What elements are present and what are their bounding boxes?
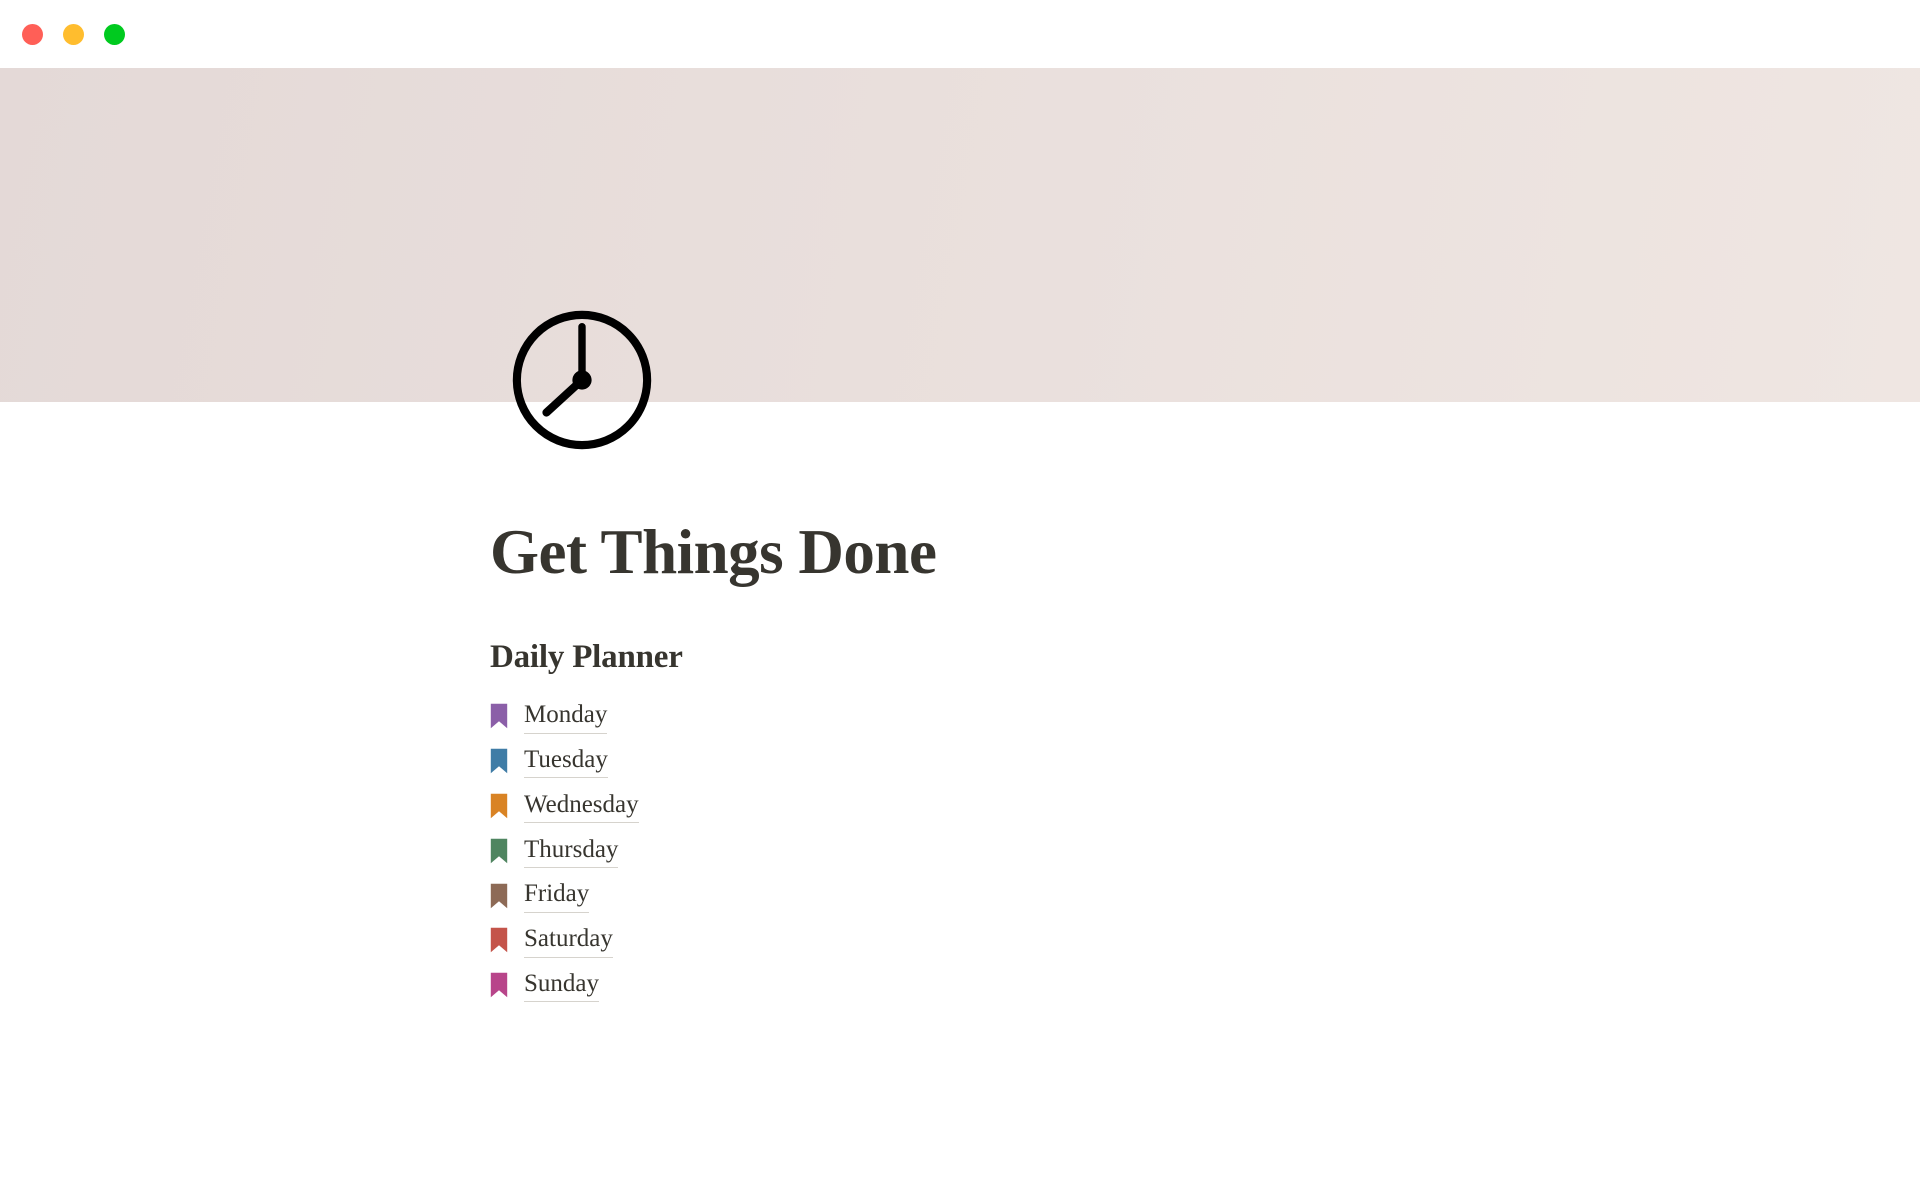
bookmark-icon <box>490 838 508 864</box>
list-item: Wednesday <box>490 784 1190 829</box>
bookmark-icon <box>490 748 508 774</box>
day-link-wednesday[interactable]: Wednesday <box>524 789 639 824</box>
bookmark-icon <box>490 972 508 998</box>
bookmark-icon <box>490 883 508 909</box>
window-titlebar <box>0 0 1920 68</box>
page-body: Get Things Done Daily Planner Monday Tues… <box>0 0 1920 1200</box>
list-item: Thursday <box>490 828 1190 873</box>
daily-planner-list: Monday Tuesday Wednesday Thursday Friday Satu… <box>490 694 1190 1008</box>
clock-icon[interactable] <box>508 306 656 454</box>
day-link-sunday[interactable]: Sunday <box>524 968 599 1003</box>
minimize-button[interactable] <box>63 23 84 45</box>
day-link-monday[interactable]: Monday <box>524 699 608 734</box>
traffic-light-controls <box>22 23 125 45</box>
bookmark-icon <box>490 793 508 819</box>
list-item: Monday <box>490 694 1190 739</box>
close-button[interactable] <box>22 23 43 45</box>
list-item: Sunday <box>490 963 1190 1008</box>
section-heading-daily-planner[interactable]: Daily Planner <box>490 638 683 678</box>
bookmark-icon <box>490 703 508 729</box>
day-link-tuesday[interactable]: Tuesday <box>524 744 608 779</box>
day-link-saturday[interactable]: Saturday <box>524 923 613 958</box>
list-item: Saturday <box>490 918 1190 963</box>
maximize-button[interactable] <box>104 23 125 45</box>
list-item: Friday <box>490 873 1190 918</box>
day-link-thursday[interactable]: Thursday <box>524 834 619 868</box>
bookmark-icon <box>490 927 508 953</box>
page-title[interactable]: Get Things Done <box>490 517 937 587</box>
list-item: Tuesday <box>490 739 1190 784</box>
day-link-friday[interactable]: Friday <box>524 878 590 913</box>
